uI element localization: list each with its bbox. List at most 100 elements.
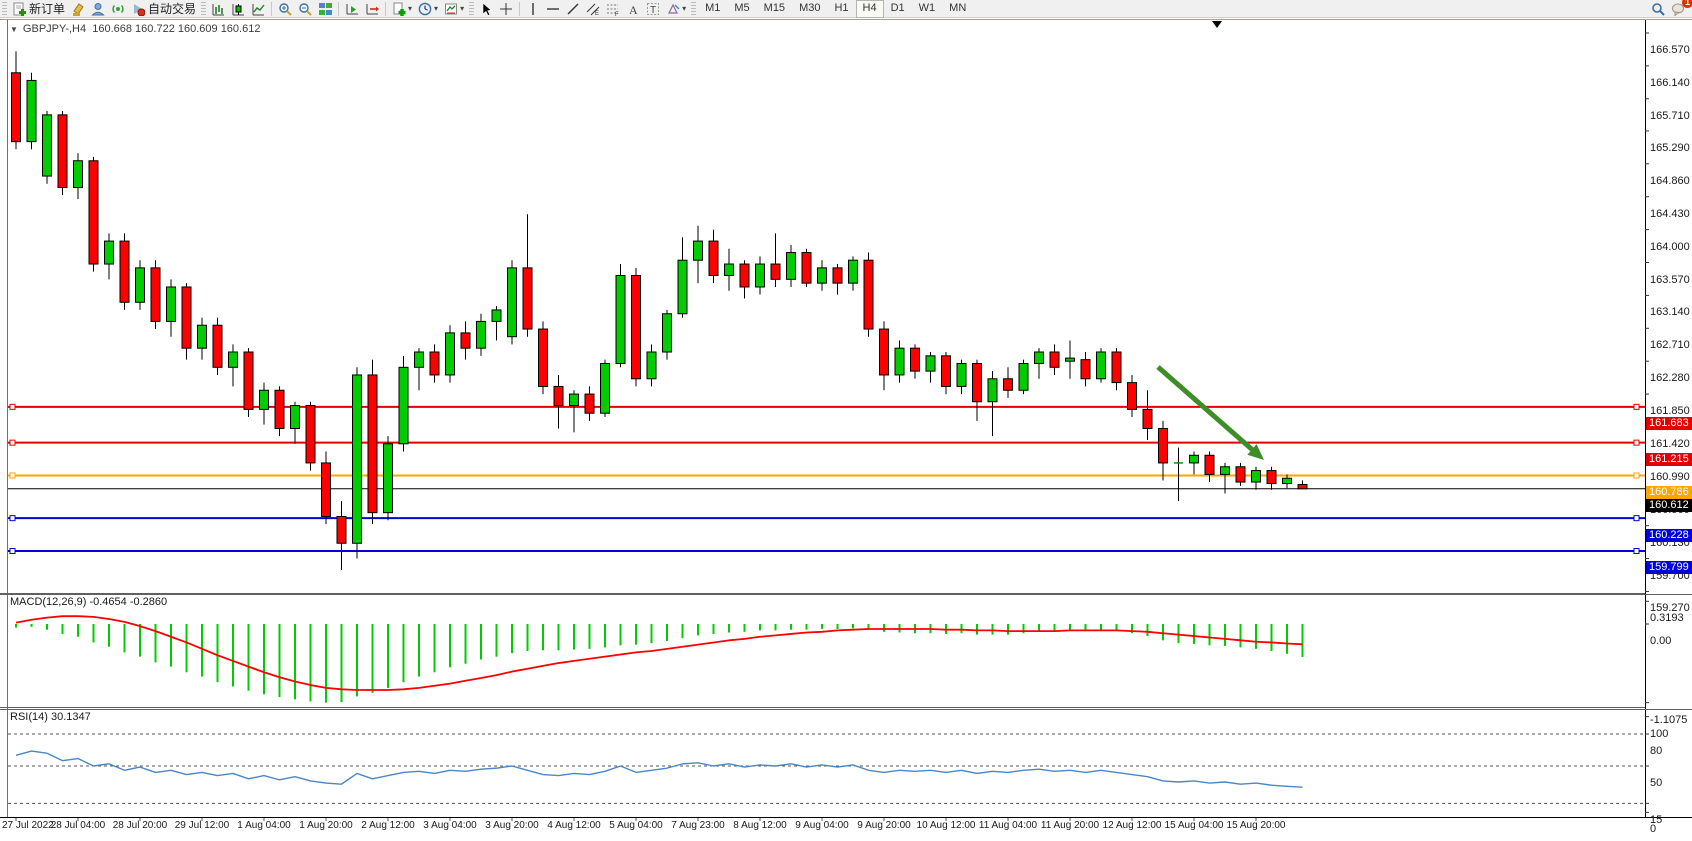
candle-body[interactable] <box>74 161 83 188</box>
timeframe-button-m5[interactable]: M5 <box>727 0 756 18</box>
candle-body[interactable] <box>539 329 548 386</box>
candle-body[interactable] <box>787 253 796 280</box>
candle-body[interactable] <box>492 310 501 321</box>
toolbar-grip[interactable] <box>2 2 7 15</box>
candle-body[interactable] <box>198 325 207 348</box>
candle-body[interactable] <box>1081 360 1090 379</box>
candle-body[interactable] <box>833 268 842 283</box>
timeframe-button-w1[interactable]: W1 <box>912 0 943 18</box>
candle-body[interactable] <box>508 268 517 337</box>
candle-body[interactable] <box>725 264 734 275</box>
candle-body[interactable] <box>120 241 129 302</box>
timeframe-button-mn[interactable]: MN <box>942 0 973 18</box>
line-handle[interactable] <box>10 473 15 478</box>
candle-body[interactable] <box>1112 352 1121 383</box>
candle-body[interactable] <box>399 367 408 444</box>
candle-body[interactable] <box>1035 352 1044 363</box>
candle-body[interactable] <box>647 352 656 379</box>
candle-body[interactable] <box>12 73 21 142</box>
dropdown-caret[interactable]: ▾ <box>408 4 412 13</box>
candle-body[interactable] <box>678 260 687 314</box>
auto-scroll-button[interactable] <box>342 1 362 17</box>
cursor-button[interactable] <box>476 1 496 17</box>
candle-body[interactable] <box>632 276 641 379</box>
line-handle[interactable] <box>10 516 15 521</box>
candle-body[interactable] <box>430 352 439 375</box>
candle-body[interactable] <box>663 314 672 352</box>
candle-body[interactable] <box>1298 485 1307 489</box>
chart-canvas[interactable] <box>0 17 1692 841</box>
line-handle[interactable] <box>1634 440 1639 445</box>
candle-body[interactable] <box>1128 383 1137 410</box>
toolbar-grip[interactable] <box>201 2 206 15</box>
candle-body[interactable] <box>616 276 625 364</box>
dropdown-caret[interactable]: ▾ <box>434 4 438 13</box>
candle-chart-button[interactable] <box>228 1 248 17</box>
notifications-button[interactable]: 1 <box>1668 1 1688 17</box>
horizontal-line-button[interactable] <box>543 1 563 17</box>
indicators-button[interactable]: ▾ <box>389 1 415 17</box>
candle-body[interactable] <box>740 264 749 287</box>
timeframe-button-m15[interactable]: M15 <box>757 0 792 18</box>
candle-body[interactable] <box>229 352 238 367</box>
zoom-in-button[interactable] <box>275 1 295 17</box>
candle-body[interactable] <box>585 394 594 413</box>
dropdown-caret[interactable]: ▾ <box>460 4 464 13</box>
templates-button[interactable]: ▾ <box>441 1 467 17</box>
styles-button[interactable] <box>68 1 88 17</box>
chart-menu-triangle[interactable]: ▼ <box>10 25 18 34</box>
text-button[interactable]: A <box>623 1 643 17</box>
shapes-button[interactable]: ▾ <box>663 1 689 17</box>
candle-body[interactable] <box>1066 358 1075 361</box>
candle-body[interactable] <box>523 268 532 329</box>
candle-body[interactable] <box>1221 467 1230 475</box>
candle-body[interactable] <box>864 260 873 329</box>
crosshair-button[interactable] <box>496 1 516 17</box>
zoom-out-button[interactable] <box>295 1 315 17</box>
candle-body[interactable] <box>1097 352 1106 379</box>
line-handle[interactable] <box>1634 404 1639 409</box>
line-handle[interactable] <box>10 404 15 409</box>
candle-body[interactable] <box>446 333 455 375</box>
candle-body[interactable] <box>895 348 904 375</box>
candle-body[interactable] <box>89 161 98 264</box>
candle-body[interactable] <box>182 287 191 348</box>
candle-body[interactable] <box>988 379 997 402</box>
candle-body[interactable] <box>554 386 563 405</box>
candle-body[interactable] <box>1236 467 1245 482</box>
candle-body[interactable] <box>105 241 114 264</box>
candle-body[interactable] <box>58 115 67 188</box>
candle-body[interactable] <box>291 406 300 429</box>
candle-body[interactable] <box>771 264 780 279</box>
signals-button[interactable] <box>108 1 128 17</box>
candle-body[interactable] <box>942 356 951 387</box>
candle-body[interactable] <box>1252 471 1261 482</box>
candle-body[interactable] <box>213 325 222 367</box>
candle-body[interactable] <box>911 348 920 371</box>
line-chart-button[interactable] <box>248 1 268 17</box>
candle-body[interactable] <box>1159 429 1168 463</box>
chart-shift-button[interactable] <box>362 1 382 17</box>
candle-body[interactable] <box>275 390 284 428</box>
candle-body[interactable] <box>957 363 966 386</box>
candle-body[interactable] <box>322 463 331 517</box>
candle-body[interactable] <box>1283 478 1292 483</box>
profile-button[interactable] <box>88 1 108 17</box>
line-handle[interactable] <box>1634 473 1639 478</box>
search-button[interactable] <box>1648 1 1668 17</box>
candle-body[interactable] <box>260 390 269 409</box>
candle-body[interactable] <box>601 363 610 413</box>
timeframe-button-h4[interactable]: H4 <box>856 0 884 18</box>
candle-body[interactable] <box>880 329 889 375</box>
candle-body[interactable] <box>244 352 253 409</box>
candle-body[interactable] <box>477 321 486 348</box>
line-handle[interactable] <box>10 548 15 553</box>
dropdown-caret[interactable]: ▾ <box>682 4 686 13</box>
candle-body[interactable] <box>756 264 765 287</box>
timeframe-button-m30[interactable]: M30 <box>792 0 827 18</box>
candle-body[interactable] <box>1050 352 1059 367</box>
candle-body[interactable] <box>368 375 377 513</box>
candle-body[interactable] <box>694 241 703 260</box>
candle-body[interactable] <box>136 268 145 302</box>
candle-body[interactable] <box>818 268 827 283</box>
